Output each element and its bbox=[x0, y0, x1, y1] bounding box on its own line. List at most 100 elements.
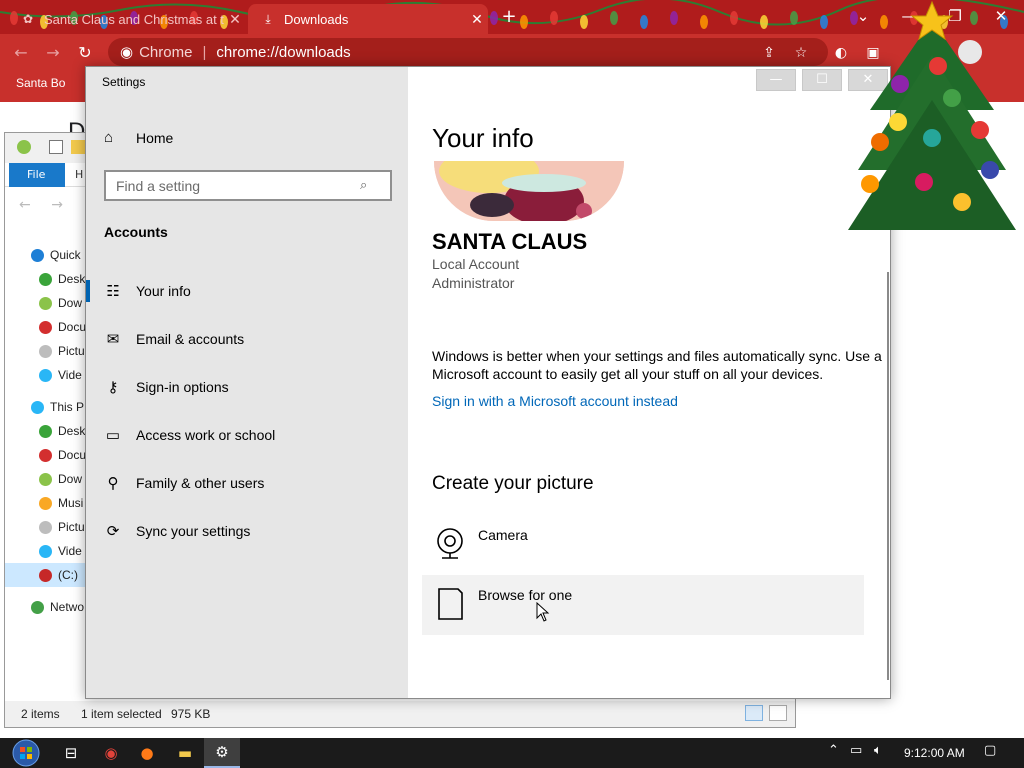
light-bulb bbox=[520, 15, 528, 29]
maximize-button[interactable]: ☐ bbox=[802, 69, 842, 91]
nav-item-access-work[interactable]: ▭ Access work or school bbox=[86, 412, 408, 458]
account-role: Administrator bbox=[432, 275, 515, 291]
tree-item[interactable]: Musi bbox=[5, 491, 95, 515]
microsoft-account-link[interactable]: Sign in with a Microsoft account instead bbox=[432, 393, 678, 409]
ornament-folder-icon bbox=[39, 424, 52, 438]
tree-item[interactable]: Docu bbox=[5, 315, 95, 339]
light-bulb bbox=[550, 11, 558, 25]
light-bulb bbox=[730, 11, 738, 25]
search-input[interactable] bbox=[116, 177, 360, 194]
nav-item-sync-settings[interactable]: ⟳ Sync your settings bbox=[86, 508, 408, 554]
tree-item-label: Pictu bbox=[58, 344, 85, 358]
section-heading: Accounts bbox=[104, 224, 168, 240]
tree-item[interactable]: Docu bbox=[5, 443, 95, 467]
start-button-icon[interactable] bbox=[6, 738, 46, 768]
firefox-taskbar-icon[interactable]: ● bbox=[136, 742, 158, 764]
settings-window: Settings ⌂ Home ⌕ Accounts ☷ Your info ✉… bbox=[85, 66, 891, 699]
ornament-folder-icon bbox=[31, 248, 44, 262]
light-bulb bbox=[760, 15, 768, 29]
ornament-folder-icon bbox=[39, 344, 52, 358]
home-label: Home bbox=[136, 129, 174, 146]
light-bulb bbox=[580, 15, 588, 29]
ornament-folder-icon bbox=[39, 496, 52, 510]
person-add-icon: ⚲ bbox=[107, 475, 119, 492]
close-tab-icon[interactable]: ✕ bbox=[466, 11, 488, 28]
nav-item-label: Sign-in options bbox=[136, 379, 229, 395]
tree-item-label: (C:) bbox=[58, 568, 78, 582]
tree-item[interactable]: Netwo bbox=[5, 595, 95, 619]
explorer-app-icon bbox=[17, 140, 31, 154]
tree-item[interactable]: Vide bbox=[5, 363, 95, 387]
tree-item-label: Docu bbox=[58, 448, 87, 462]
avatar bbox=[434, 161, 624, 221]
search-setting[interactable]: ⌕ bbox=[104, 170, 392, 201]
home-tab[interactable]: H bbox=[75, 163, 83, 187]
download-icon: ⤓ bbox=[265, 11, 271, 26]
details-view-icon[interactable] bbox=[745, 705, 763, 721]
close-tab-icon[interactable]: ✕ bbox=[224, 11, 246, 28]
nav-item-your-info[interactable]: ☷ Your info bbox=[86, 268, 408, 314]
back-arrow-icon[interactable]: ← bbox=[10, 42, 32, 64]
network-icon[interactable]: ▭ bbox=[850, 743, 862, 758]
volume-icon[interactable]: 🔈︎ bbox=[874, 743, 882, 758]
tree-item[interactable]: Pictu bbox=[5, 515, 95, 539]
forward-arrow-icon[interactable]: → bbox=[42, 42, 64, 64]
taskbar: ⊟ ◉ ● ▬ ⚙ ⌃ ▭ 🔈︎ 9:12:00 AM ▢ bbox=[0, 738, 1024, 768]
key-icon: ⚷ bbox=[107, 379, 119, 396]
chrome-taskbar-icon[interactable]: ◉ bbox=[100, 742, 122, 764]
tree-item-label: Vide bbox=[58, 544, 82, 558]
nav-item-family-users[interactable]: ⚲ Family & other users bbox=[86, 460, 408, 506]
address-bar[interactable]: ◉ Chrome | chrome://downloads bbox=[108, 38, 828, 66]
light-bulb bbox=[700, 15, 708, 29]
nav-item-label: Access work or school bbox=[136, 427, 276, 443]
tree-item[interactable]: Vide bbox=[5, 539, 95, 563]
tree-item[interactable]: (C:) bbox=[5, 563, 95, 587]
tab-downloads[interactable]: ⤓ Downloads ✕ bbox=[248, 4, 488, 34]
minimize-button[interactable]: — bbox=[756, 69, 796, 91]
large-icons-view-icon[interactable] bbox=[769, 705, 787, 721]
tree-item[interactable]: Pictu bbox=[5, 339, 95, 363]
ornament-folder-icon bbox=[39, 272, 52, 286]
tree-item[interactable]: Dow bbox=[5, 467, 95, 491]
tab-santa-claus[interactable]: ✿ Santa Claus and Christmas at th ✕ bbox=[8, 4, 246, 34]
nav-item-label: Email & accounts bbox=[136, 331, 245, 347]
tree-item[interactable]: Desk bbox=[5, 419, 95, 443]
page-title: Your info bbox=[432, 123, 534, 153]
share-icon[interactable]: ⇪ bbox=[758, 42, 780, 64]
file-tab[interactable]: File bbox=[9, 163, 65, 187]
ornament-folder-icon bbox=[39, 296, 52, 310]
tab-title: Santa Claus and Christmas at th bbox=[44, 11, 224, 27]
browse-option[interactable]: Browse for one bbox=[422, 575, 864, 635]
tree-item-label: This P bbox=[50, 400, 85, 414]
nav-item-email-accounts[interactable]: ✉ Email & accounts bbox=[86, 316, 408, 362]
omnibox-divider: | bbox=[202, 43, 207, 61]
tree-item[interactable]: Dow bbox=[5, 291, 95, 315]
notifications-icon[interactable]: ▢ bbox=[984, 743, 996, 758]
tree-item[interactable]: This P bbox=[5, 395, 95, 419]
home-link[interactable]: ⌂ Home bbox=[104, 129, 173, 146]
ornament-folder-icon bbox=[39, 448, 52, 462]
back-arrow-icon[interactable]: ← bbox=[19, 197, 31, 213]
bookmark-star-icon[interactable]: ☆ bbox=[790, 42, 812, 64]
task-view-icon[interactable]: ⊟ bbox=[60, 742, 82, 764]
reload-icon[interactable]: ↻ bbox=[74, 42, 96, 64]
sync-icon: ⟳ bbox=[106, 523, 120, 540]
settings-gear-icon[interactable]: ⚙ bbox=[204, 738, 240, 768]
quick-access-toolbar-icon[interactable] bbox=[49, 140, 63, 154]
show-hidden-icons-icon[interactable]: ⌃ bbox=[828, 743, 839, 758]
url-text: chrome://downloads bbox=[216, 43, 351, 61]
tree-item-label: Desk bbox=[58, 424, 86, 438]
search-icon[interactable]: ⌕ bbox=[360, 178, 367, 193]
tree-item[interactable]: Desk bbox=[5, 267, 95, 291]
clock[interactable]: 9:12:00 AM bbox=[904, 746, 965, 760]
forward-arrow-icon[interactable]: → bbox=[51, 197, 63, 213]
camera-option[interactable]: Camera bbox=[422, 515, 864, 575]
user-name: SANTA CLAUS bbox=[432, 229, 588, 254]
content-scrollbar[interactable] bbox=[887, 272, 889, 680]
bookmark-santa[interactable]: Santa Bo bbox=[16, 76, 65, 90]
create-picture-heading: Create your picture bbox=[432, 473, 594, 494]
file-explorer-taskbar-icon[interactable]: ▬ bbox=[174, 742, 196, 764]
tree-item[interactable]: Quick bbox=[5, 243, 95, 267]
nav-item-sign-in-options[interactable]: ⚷ Sign-in options bbox=[86, 364, 408, 410]
new-tab-button[interactable]: + bbox=[498, 6, 520, 28]
